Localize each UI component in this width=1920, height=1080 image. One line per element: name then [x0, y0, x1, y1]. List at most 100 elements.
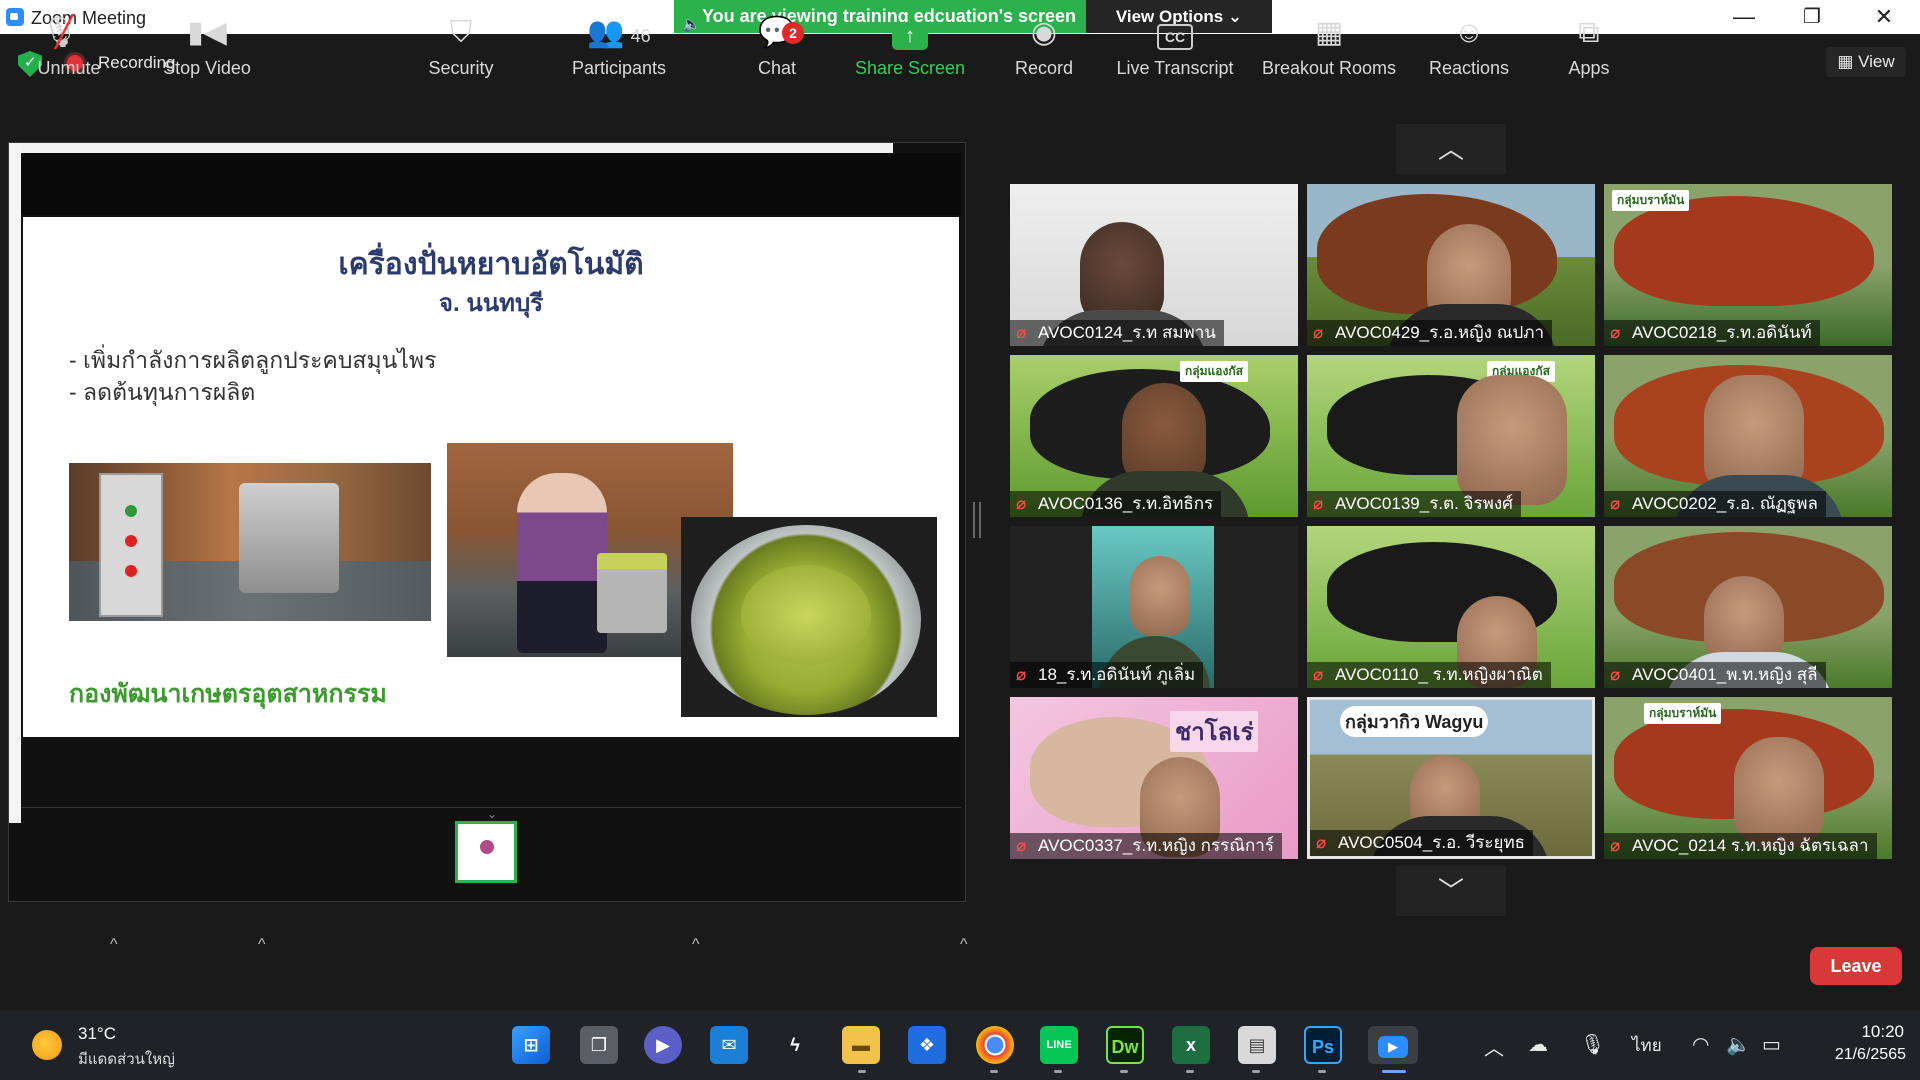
slide-thumbnail[interactable]	[455, 821, 517, 883]
zoom-app-icon	[6, 8, 24, 26]
record-label: Record	[1014, 58, 1074, 78]
breakout-rooms-button[interactable]: ▦ Breakout Rooms	[1256, 0, 1402, 79]
participants-options-caret[interactable]: ^	[692, 936, 700, 954]
participants-count: 46	[630, 26, 651, 46]
task-view-icon[interactable]: ❐	[580, 1026, 618, 1064]
stop-video-label: Stop Video	[163, 58, 251, 78]
security-button[interactable]: ⛉ Security	[416, 0, 506, 79]
dropbox-icon[interactable]: ❖	[908, 1026, 946, 1064]
gallery-prev-button[interactable]: ︿	[1396, 124, 1506, 174]
participant-name: AVOC0401_พ.ท.หญิง สุลี	[1632, 665, 1818, 684]
herb-pot	[597, 553, 667, 633]
printer-app-icon[interactable]: ▤	[1238, 1026, 1276, 1064]
participant-tile[interactable]: ⌀ AVOC0401_พ.ท.หญิง สุลี	[1604, 526, 1892, 688]
mic-muted-icon: ⌀	[1610, 323, 1621, 342]
leave-button[interactable]: Leave	[1810, 947, 1902, 985]
clock-date[interactable]: 21/6/2565	[1820, 1046, 1906, 1064]
participant-tile[interactable]: ⌀ AVOC0110_ ร.ท.หญิงผาณิต	[1307, 526, 1595, 688]
restore-icon[interactable]: ❐	[1792, 4, 1832, 29]
weather-sun-icon[interactable]	[32, 1030, 62, 1060]
splitter-handle[interactable]	[973, 502, 981, 538]
chat-label: Chat	[757, 58, 797, 78]
live-transcript-button[interactable]: CC Live Transcript	[1112, 0, 1238, 79]
participants-button[interactable]: 👥 46 Participants	[560, 0, 678, 79]
slide-organization: กองพัฒนาเกษตรอุตสาหกรรม	[69, 680, 387, 708]
slide-bullet: - ลดต้นทุนการผลิต	[69, 379, 256, 405]
chevron-down-icon[interactable]: ⌄	[487, 807, 497, 821]
running-indicator	[990, 1070, 998, 1073]
participants-label: Participants	[571, 58, 667, 78]
mic-muted-icon: ⌀	[1610, 665, 1621, 684]
video-options-caret[interactable]: ^	[258, 936, 266, 954]
participant-name: AVOC_0214 ร.ท.หญิง ฉัตรเฉลา	[1632, 836, 1869, 855]
participant-face	[1457, 375, 1567, 505]
close-icon[interactable]: ✕	[1864, 4, 1904, 30]
participant-tile[interactable]: ชาโลเร่ ⌀ AVOC0337_ร.ท.หญิง กรรณิการ์	[1010, 697, 1298, 859]
chat-badge: 2	[782, 22, 804, 44]
start-windows-icon[interactable]: ⊞	[512, 1026, 550, 1064]
audio-options-caret[interactable]: ^	[110, 936, 118, 954]
participant-tile[interactable]: กลุ่มแองกัส ⌀ AVOC0136_ร.ท.อิทธิกร	[1010, 355, 1298, 517]
clock-time[interactable]: 10:20	[1842, 1022, 1904, 1042]
reactions-button[interactable]: ☺ Reactions	[1424, 0, 1514, 79]
chat-button[interactable]: 💬 2 Chat	[736, 0, 818, 79]
line-app-icon[interactable]: LINE	[1040, 1026, 1078, 1064]
participant-name: AVOC0110_ ร.ท.หญิงผาณิต	[1335, 665, 1543, 684]
volume-icon[interactable]: 🔈	[1726, 1032, 1751, 1057]
active-indicator	[1382, 1070, 1406, 1073]
gallery-next-button[interactable]: ﹀	[1396, 866, 1506, 916]
reactions-label: Reactions	[1428, 58, 1510, 78]
onedrive-cloud-icon[interactable]: ☁	[1528, 1032, 1548, 1057]
participant-tile[interactable]: ⌀ 18_ร.ท.อดินันท์ ภูเลิ่ม	[1010, 526, 1298, 688]
battery-icon[interactable]: ▭	[1762, 1032, 1781, 1057]
chrome-icon[interactable]	[976, 1026, 1014, 1064]
minimize-icon[interactable]: —	[1724, 4, 1764, 30]
running-indicator	[858, 1070, 866, 1073]
input-language[interactable]: ไทย	[1632, 1032, 1662, 1059]
breakout-rooms-label: Breakout Rooms	[1261, 58, 1397, 78]
weather-description[interactable]: มีแดดส่วนใหญ่	[78, 1047, 175, 1071]
mic-muted-icon: ⌀	[1313, 665, 1324, 684]
video-camera-icon: ▮◀	[187, 16, 227, 49]
participant-tile-active[interactable]: กลุ่มวากิว Wagyu ⌀ AVOC0504_ร.อ. วีระยุทธ	[1307, 697, 1595, 859]
dreamweaver-icon[interactable]: Dw	[1106, 1026, 1144, 1064]
view-layout-button[interactable]: ▦ View	[1826, 47, 1906, 77]
participant-tile[interactable]: ⌀ AVOC0429_ร.อ.หญิง ณปภา	[1307, 184, 1595, 346]
teams-chat-icon[interactable]: ▶	[644, 1026, 682, 1064]
share-options-caret[interactable]: ^	[960, 936, 968, 954]
apps-button[interactable]: ⧉ Apps	[1548, 0, 1630, 79]
participant-nametag: ⌀ AVOC0401_พ.ท.หญิง สุลี	[1604, 662, 1826, 688]
unmute-button[interactable]: 🎙╱ Unmute	[24, 0, 114, 79]
zoom-taskbar-icon[interactable]: ▶	[1368, 1026, 1418, 1064]
participant-face	[1130, 556, 1190, 636]
file-explorer-icon[interactable]: ▬	[842, 1026, 880, 1064]
tray-chevron-up-icon[interactable]: ︿	[1484, 1032, 1504, 1061]
participant-nametag: ⌀ AVOC0504_ร.อ. วีระยุทธ	[1310, 830, 1534, 856]
participant-name: AVOC0218_ร.ท.อดินันท์	[1632, 323, 1812, 342]
mic-muted-icon: ⌀	[1313, 494, 1324, 513]
security-label: Security	[428, 58, 494, 78]
participant-nametag: ⌀ AVOC0337_ร.ท.หญิง กรรณิการ์	[1010, 833, 1282, 859]
wifi-icon[interactable]: ◠	[1692, 1032, 1709, 1057]
photoshop-icon[interactable]: Ps	[1304, 1026, 1342, 1064]
mail-icon[interactable]: ✉	[710, 1026, 748, 1064]
participant-tile[interactable]: ⌀ AVOC0202_ร.อ. ณัฏฐพล	[1604, 355, 1892, 517]
microphone-tray-icon[interactable]: 🎙	[1580, 1032, 1605, 1057]
excel-icon[interactable]: x	[1172, 1026, 1210, 1064]
view-label: View	[1858, 52, 1895, 71]
participant-tile[interactable]: ⌀ AVOC0124_ร.ท สมพาน	[1010, 184, 1298, 346]
participant-nametag: ⌀ AVOC0110_ ร.ท.หญิงผาณิต	[1307, 662, 1551, 688]
unmute-label: Unmute	[37, 58, 101, 78]
stop-video-button[interactable]: ▮◀ Stop Video	[152, 0, 262, 79]
share-screen-button[interactable]: ↑ Share Screen	[850, 0, 970, 79]
participant-tile[interactable]: กลุ่มแองกัส ⌀ AVOC0139_ร.ต. จิรพงศ์	[1307, 355, 1595, 517]
chevron-up-icon: ︿	[1437, 134, 1464, 164]
running-indicator	[1054, 1070, 1062, 1073]
participant-name: AVOC0429_ร.อ.หญิง ณปภา	[1335, 323, 1545, 342]
weather-temperature[interactable]: 31°C	[78, 1024, 116, 1044]
participant-nametag: ⌀ AVOC0218_ร.ท.อดินันท์	[1604, 320, 1820, 346]
participant-tile[interactable]: กลุ่มบราห์มัน ⌀ AVOC0218_ร.ท.อดินันท์	[1604, 184, 1892, 346]
participant-tile[interactable]: กลุ่มบราห์มัน ⌀ AVOC_0214 ร.ท.หญิง ฉัตรเฉ…	[1604, 697, 1892, 859]
winamp-bolt-icon[interactable]: ϟ	[776, 1026, 814, 1064]
record-button[interactable]: ◉ Record	[1004, 0, 1084, 79]
